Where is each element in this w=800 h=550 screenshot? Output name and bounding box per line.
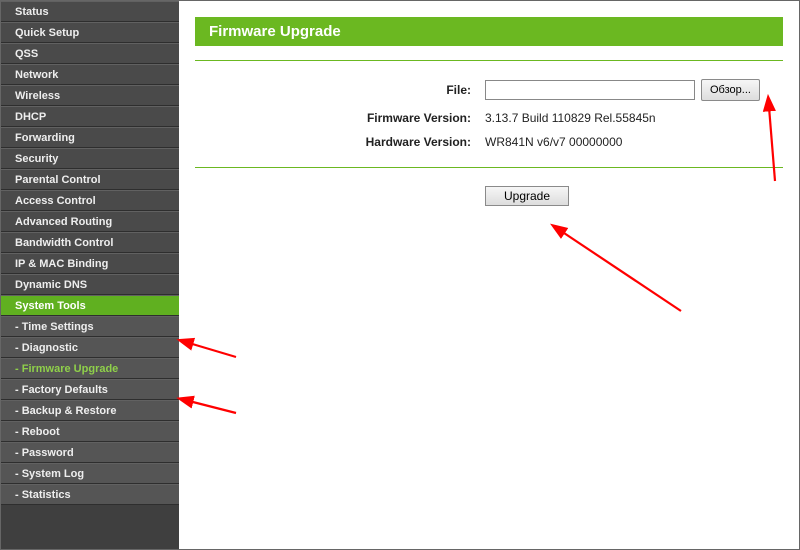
- sidebar-item-password[interactable]: - Password: [1, 442, 179, 463]
- sidebar: StatusQuick SetupQSSNetworkWirelessDHCPF…: [1, 1, 179, 549]
- sidebar-item-dhcp[interactable]: DHCP: [1, 106, 179, 127]
- browse-button[interactable]: Обзор...: [701, 79, 760, 101]
- sidebar-item-dynamic-dns[interactable]: Dynamic DNS: [1, 274, 179, 295]
- sidebar-item-diagnostic[interactable]: - Diagnostic: [1, 337, 179, 358]
- sidebar-item-system-tools[interactable]: System Tools: [1, 295, 179, 316]
- sidebar-item-reboot[interactable]: - Reboot: [1, 421, 179, 442]
- sidebar-item-access-control[interactable]: Access Control: [1, 190, 179, 211]
- sidebar-item-status[interactable]: Status: [1, 1, 179, 22]
- separator-bottom: [195, 167, 783, 168]
- sidebar-item-firmware-upgrade[interactable]: - Firmware Upgrade: [1, 358, 179, 379]
- sidebar-item-statistics[interactable]: - Statistics: [1, 484, 179, 505]
- sidebar-item-system-log[interactable]: - System Log: [1, 463, 179, 484]
- sidebar-item-advanced-routing[interactable]: Advanced Routing: [1, 211, 179, 232]
- main-panel: Firmware Upgrade File: Обзор... Firmware…: [179, 1, 799, 549]
- row-file: File: Обзор...: [195, 79, 783, 101]
- sidebar-item-bandwidth-control[interactable]: Bandwidth Control: [1, 232, 179, 253]
- sidebar-item-ip-mac-binding[interactable]: IP & MAC Binding: [1, 253, 179, 274]
- upgrade-button[interactable]: Upgrade: [485, 186, 569, 206]
- row-hardware-version: Hardware Version: WR841N v6/v7 00000000: [195, 135, 783, 149]
- value-hardware-version: WR841N v6/v7 00000000: [485, 135, 783, 149]
- sidebar-item-network[interactable]: Network: [1, 64, 179, 85]
- label-firmware-version: Firmware Version:: [195, 111, 485, 125]
- value-firmware-version: 3.13.7 Build 110829 Rel.55845n: [485, 111, 783, 125]
- sidebar-item-forwarding[interactable]: Forwarding: [1, 127, 179, 148]
- separator-top: [195, 60, 783, 61]
- sidebar-item-time-settings[interactable]: - Time Settings: [1, 316, 179, 337]
- app-frame: StatusQuick SetupQSSNetworkWirelessDHCPF…: [0, 0, 800, 550]
- row-firmware-version: Firmware Version: 3.13.7 Build 110829 Re…: [195, 111, 783, 125]
- page-title: Firmware Upgrade: [195, 17, 783, 46]
- sidebar-item-factory-defaults[interactable]: - Factory Defaults: [1, 379, 179, 400]
- sidebar-item-wireless[interactable]: Wireless: [1, 85, 179, 106]
- sidebar-item-security[interactable]: Security: [1, 148, 179, 169]
- label-hardware-version: Hardware Version:: [195, 135, 485, 149]
- sidebar-item-backup-restore[interactable]: - Backup & Restore: [1, 400, 179, 421]
- sidebar-item-quick-setup[interactable]: Quick Setup: [1, 22, 179, 43]
- sidebar-item-qss[interactable]: QSS: [1, 43, 179, 64]
- label-file: File:: [195, 83, 485, 97]
- sidebar-item-parental-control[interactable]: Parental Control: [1, 169, 179, 190]
- file-input[interactable]: [485, 80, 695, 100]
